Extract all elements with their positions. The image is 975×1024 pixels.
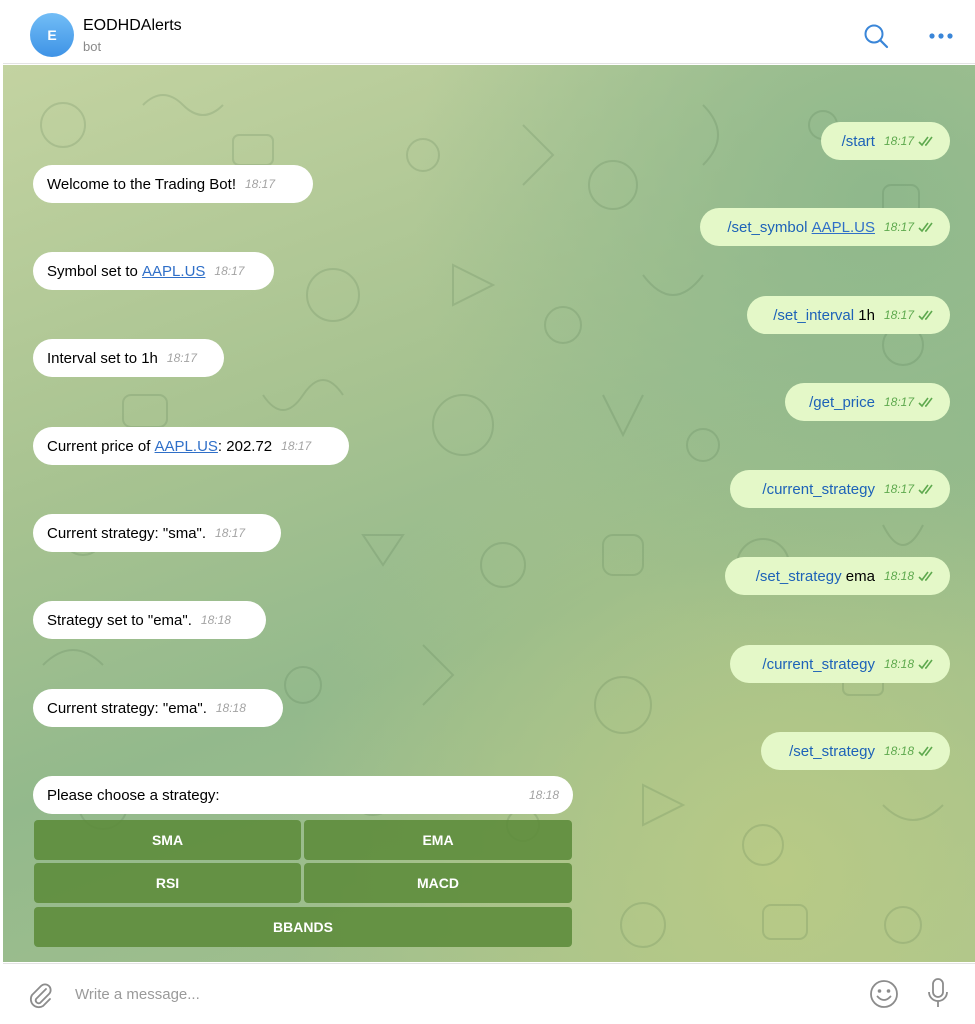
emoji-button[interactable]: [869, 979, 899, 1009]
message-time: 18:18: [200, 613, 231, 627]
more-options-button[interactable]: [926, 25, 956, 47]
command-link[interactable]: /current_strategy: [762, 656, 875, 673]
incoming-message[interactable]: Please choose a strategy: 18:18: [33, 776, 573, 814]
command-link[interactable]: /set_interval: [773, 307, 854, 324]
double-check-icon: [918, 136, 933, 146]
command-argument: ema: [845, 567, 875, 585]
message-time: 18:18: [528, 788, 559, 802]
message-list[interactable]: /start 18:17 /set_symbol AAPL.US 18:17 /…: [3, 65, 975, 962]
message-time: 18:17: [883, 395, 914, 409]
microphone-icon: [928, 978, 948, 1007]
message-text: Welcome to the Trading Bot!: [47, 175, 236, 193]
message-time: 18:17: [281, 439, 312, 453]
avatar-letter: E: [47, 27, 57, 43]
smiley-icon: [870, 980, 898, 1008]
message-composer: [3, 963, 975, 1024]
chat-subtitle: bot: [83, 39, 102, 54]
paperclip-icon: [29, 983, 52, 1009]
message-time: 18:17: [214, 264, 245, 278]
message-time: 18:18: [883, 744, 914, 758]
command-link[interactable]: /set_symbol: [727, 219, 807, 236]
double-check-icon: [918, 222, 933, 232]
command-link[interactable]: /get_price: [809, 394, 875, 411]
message-time: 18:17: [883, 482, 914, 496]
keyboard-button-macd[interactable]: MACD: [304, 863, 572, 903]
incoming-message[interactable]: Symbol set to AAPL.US 18:17: [33, 252, 274, 290]
chat-header: E EODHDAlerts bot: [3, 3, 975, 64]
voice-message-button[interactable]: [927, 977, 949, 1009]
double-check-icon: [918, 310, 933, 320]
outgoing-message[interactable]: /start 18:17: [821, 122, 950, 160]
symbol-link[interactable]: AAPL.US: [142, 263, 205, 280]
avatar[interactable]: E: [30, 13, 74, 57]
double-check-icon: [918, 571, 933, 581]
outgoing-message[interactable]: /get_price 18:17: [785, 383, 950, 421]
chat-title[interactable]: EODHDAlerts: [83, 17, 182, 35]
outgoing-message[interactable]: /set_symbol AAPL.US 18:17: [700, 208, 950, 246]
keyboard-button-sma[interactable]: SMA: [34, 820, 301, 860]
command-link[interactable]: /set_strategy: [789, 743, 875, 760]
outgoing-message[interactable]: /set_strategy ema 18:18: [725, 557, 950, 595]
message-time: 18:17: [883, 220, 914, 234]
command-link[interactable]: /start: [842, 133, 875, 150]
more-dots-icon: [929, 33, 953, 39]
message-text: Please choose a strategy:: [47, 786, 220, 804]
message-input[interactable]: [75, 982, 835, 1006]
message-time: 18:17: [215, 526, 246, 540]
outgoing-message[interactable]: /current_strategy 18:18: [730, 645, 950, 683]
incoming-message[interactable]: Strategy set to "ema". 18:18: [33, 601, 266, 639]
outgoing-message[interactable]: /set_strategy 18:18: [761, 732, 950, 770]
symbol-link[interactable]: AAPL.US: [812, 219, 875, 236]
symbol-link[interactable]: AAPL.US: [155, 438, 218, 455]
outgoing-message[interactable]: /current_strategy 18:17: [730, 470, 950, 508]
incoming-message[interactable]: Welcome to the Trading Bot! 18:17: [33, 165, 313, 203]
message-text: Strategy set to "ema".: [47, 611, 192, 629]
outgoing-message[interactable]: /set_interval 1h 18:17: [747, 296, 950, 334]
incoming-message[interactable]: Interval set to 1h 18:17: [33, 339, 224, 377]
message-text: Current strategy: "sma".: [47, 524, 207, 542]
incoming-message[interactable]: Current strategy: "sma". 18:17: [33, 514, 281, 552]
attach-button[interactable]: [27, 981, 53, 1009]
message-text: Interval set to 1h: [47, 349, 158, 367]
double-check-icon: [918, 746, 933, 756]
message-time: 18:17: [883, 134, 914, 148]
message-text: Current strategy: "ema".: [47, 699, 207, 717]
search-button[interactable]: [863, 23, 889, 49]
message-time: 18:18: [883, 657, 914, 671]
telegram-chat-window: E EODHDAlerts bot /start 18:17 /set_symb…: [0, 0, 975, 1024]
message-time: 18:17: [883, 308, 914, 322]
command-link[interactable]: /set_strategy: [756, 568, 842, 585]
command-link[interactable]: /current_strategy: [762, 481, 875, 498]
keyboard-button-ema[interactable]: EMA: [304, 820, 572, 860]
incoming-message[interactable]: Current price of AAPL.US: 202.72 18:17: [33, 427, 349, 465]
message-text: Symbol set to: [47, 262, 143, 280]
message-time: 18:18: [883, 569, 914, 583]
incoming-message[interactable]: Current strategy: "ema". 18:18: [33, 689, 283, 727]
message-time: 18:17: [166, 351, 197, 365]
keyboard-button-bbands[interactable]: BBANDS: [34, 907, 572, 947]
search-icon: [864, 24, 889, 49]
message-time: 18:18: [215, 701, 246, 715]
double-check-icon: [918, 484, 933, 494]
double-check-icon: [918, 659, 933, 669]
double-check-icon: [918, 397, 933, 407]
message-text: Current price of: [47, 437, 155, 455]
command-argument: 1h: [858, 306, 875, 324]
price-value: : 202.72: [217, 437, 273, 455]
keyboard-button-rsi[interactable]: RSI: [34, 863, 301, 903]
message-time: 18:17: [245, 177, 276, 191]
